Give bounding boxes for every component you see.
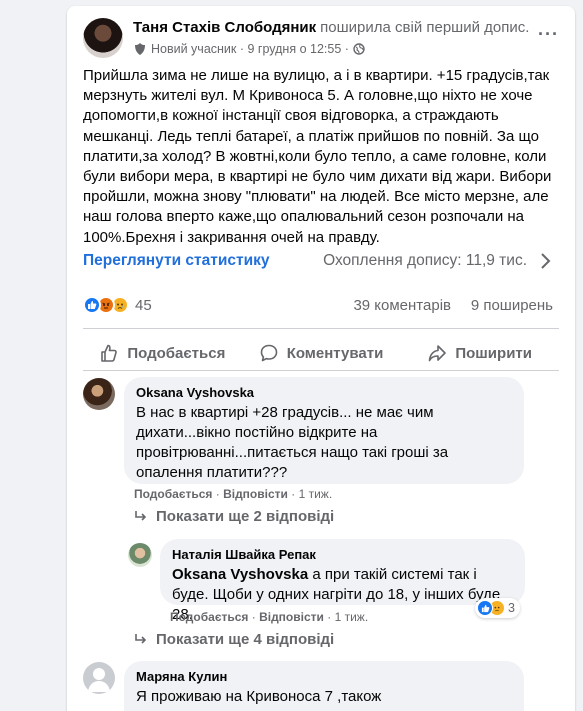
stats-row: 45 39 коментарів 9 поширень [83, 295, 553, 317]
default-avatar-icon [88, 668, 110, 692]
comment-text: Я проживаю на Кривоноса 7 ,також [136, 688, 382, 705]
commenter-avatar[interactable] [83, 662, 115, 694]
like-button-label: Подобається [127, 344, 226, 362]
comment-button-label: Коментувати [286, 344, 384, 362]
reactions-count[interactable]: 45 [135, 297, 152, 314]
divider-bottom [83, 370, 559, 371]
comment-like-link[interactable]: Подобається [170, 610, 248, 624]
post-reach: Охоплення допису: 11,9 тис. [323, 252, 527, 269]
new-member-badge[interactable]: Новий учасник [151, 42, 236, 56]
author-avatar[interactable] [83, 18, 123, 58]
header-title: Таня Стахів Слободяник поширила свій перш… [133, 19, 529, 36]
comment-bubble: Маряна Кулин Я проживаю на Кривоноса 7 ,… [124, 661, 524, 711]
shared-text: поширила свій перший допис. [320, 19, 530, 36]
commenter-name[interactable]: Oksana Vyshovska [136, 385, 512, 401]
like-reaction-icon [83, 296, 101, 314]
commenter-name[interactable]: Наталія Швайка Репак [172, 547, 513, 563]
comment-text: В нас в квартирі +28 градусів... не має … [136, 404, 449, 481]
show-more-replies-label: Показати ще 4 відповіді [156, 631, 335, 648]
comment-time[interactable]: 1 тиж. [335, 610, 369, 624]
more-options-icon[interactable]: ··· [538, 24, 559, 45]
header-meta: Новий учасник · 9 грудня о 12:55 · [133, 42, 365, 56]
comment-icon [260, 344, 277, 362]
post-text: Прийшла зима не лише на вулицю, а і в кв… [83, 67, 552, 246]
comment-button[interactable]: Коментувати [242, 334, 401, 372]
comment-time[interactable]: 1 тиж. [299, 487, 333, 501]
commenter-avatar[interactable] [128, 543, 152, 567]
comment-reactions[interactable]: 3 [475, 598, 520, 618]
new-member-badge-icon [133, 42, 147, 56]
reactions-summary[interactable]: 45 [83, 295, 152, 315]
shares-count[interactable]: 9 поширень [471, 297, 553, 314]
comment-reactions-count: 3 [508, 601, 515, 615]
comment-like-link[interactable]: Подобається [134, 487, 212, 501]
post-card: Таня Стахів Слободяник поширила свій перш… [67, 6, 575, 711]
author-name[interactable]: Таня Стахів Слободяник [133, 19, 316, 36]
comment-meta: Подобається · Відповісти · 1 тиж. [170, 610, 369, 624]
commenter-name[interactable]: Маряна Кулин [136, 669, 512, 685]
mention-link[interactable]: Oksana Vyshovska [172, 566, 308, 583]
show-more-replies-label: Показати ще 2 відповіді [156, 508, 335, 525]
show-more-replies-link[interactable]: Показати ще 2 відповіді [134, 508, 334, 525]
reply-arrow-icon [135, 633, 147, 644]
thumbs-up-icon [101, 344, 118, 362]
comment-reply-link[interactable]: Відповісти [223, 487, 288, 501]
share-button-label: Поширити [455, 344, 532, 362]
post-header: Таня Стахів Слободяник поширила свій перш… [83, 18, 559, 62]
like-reaction-icon [477, 600, 493, 616]
divider-top [83, 328, 559, 329]
view-insights-link[interactable]: Переглянути статистику [83, 252, 269, 270]
comment-bubble: Наталія Швайка Репак Oksana Vyshovska а … [160, 539, 525, 623]
comment-reply-link[interactable]: Відповісти [259, 610, 324, 624]
meta-separator-2: · [341, 42, 349, 56]
comment-meta: Подобається · Відповісти · 1 тиж. [134, 487, 333, 501]
like-button[interactable]: Подобається [83, 334, 242, 372]
share-button[interactable]: Поширити [400, 334, 559, 372]
actions-row: Подобається Коментувати Поширити [83, 334, 559, 372]
globe-icon [353, 43, 365, 55]
meta-separator-1: · [236, 42, 248, 56]
reply-arrow-icon [135, 510, 147, 521]
comment-bubble: Oksana Vyshovska В нас в квартирі +28 гр… [124, 377, 524, 484]
commenter-avatar[interactable] [83, 378, 115, 410]
show-more-replies-link[interactable]: Показати ще 4 відповіді [134, 631, 334, 648]
comments-count[interactable]: 39 коментарів [353, 297, 451, 314]
chevron-right-icon[interactable] [537, 250, 553, 272]
post-date[interactable]: 9 грудня о 12:55 [248, 42, 342, 56]
share-icon [429, 345, 447, 362]
insights-row: Переглянути статистику Охоплення допису:… [83, 250, 553, 276]
